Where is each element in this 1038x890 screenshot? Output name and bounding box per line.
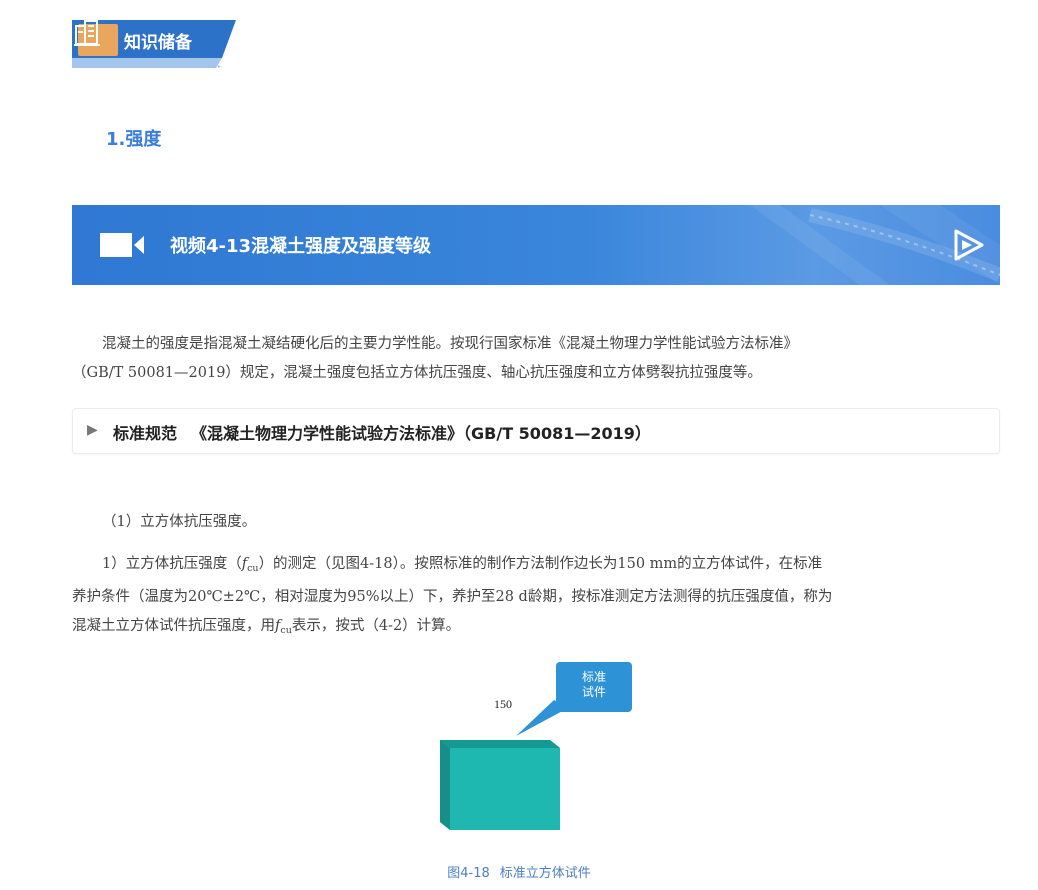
body-line-2: 养护条件（温度为20℃±2℃，相对湿度为95%以上）下，养护至28 d龄期，按标…	[72, 589, 833, 605]
video-camera-icon	[100, 233, 144, 257]
body-line-1b: ）的测定（见图4-18）。按照标准的制作方法制作边长为150 mm的立方体试件，…	[258, 556, 823, 572]
figure-caption: 图4-18 标准立方体试件	[0, 862, 1038, 881]
callout-line-1: 标准	[581, 670, 606, 684]
cube-front-face	[440, 740, 560, 830]
standard-label: 标准规范	[113, 424, 178, 443]
body-line-1a: 1）立方体抗压强度（	[102, 556, 242, 572]
intro-line-1: 混凝土的强度是指混凝土凝结硬化后的主要力学性能。按现行国家标准《混凝土物理力学性…	[102, 336, 798, 352]
body-line-3b: 表示，按式（4-2）计算。	[291, 618, 461, 634]
caption-number: 图4-18	[447, 866, 490, 881]
page-heading: 1.强度	[106, 129, 162, 150]
dimension-label: 150	[494, 697, 512, 711]
cube-top-face	[440, 740, 560, 748]
body-paragraph: 1）立方体抗压强度（fcu）的测定（见图4-18）。按照标准的制作方法制作边长为…	[72, 550, 1002, 645]
standard-title: 《混凝土物理力学性能试验方法标准》（GB/T 50081—2019）	[191, 424, 651, 443]
building-icon	[74, 20, 100, 46]
intro-line-2: （GB/T 50081—2019）规定，混凝土强度包括立方体抗压强度、轴心抗压强…	[72, 365, 762, 381]
intro-paragraph: 混凝土的强度是指混凝土凝结硬化后的主要力学性能。按现行国家标准《混凝土物理力学性…	[72, 330, 1002, 388]
section-title: 知识储备	[124, 33, 192, 53]
fcu-subscript: cu	[247, 563, 259, 574]
callout-text: 标准 试件	[556, 670, 632, 700]
section-banner: ▸ ▸ ▸ 知识储备	[72, 18, 242, 70]
caption-text: 标准立方体试件	[499, 866, 591, 881]
expand-triangle-icon: ▶	[87, 422, 98, 438]
standard-reference-text: 标准规范 《混凝土物理力学性能试验方法标准》（GB/T 50081—2019）	[113, 420, 651, 444]
standard-reference-toggle[interactable]: ▶ 标准规范 《混凝土物理力学性能试验方法标准》（GB/T 50081—2019）	[72, 408, 1000, 454]
play-icon[interactable]	[952, 227, 986, 263]
fcu-subscript-2: cu	[280, 625, 292, 636]
subsection-heading: （1）立方体抗压强度。	[72, 508, 1002, 537]
svg-text:▸ ▸ ▸: ▸ ▸ ▸	[208, 63, 221, 70]
video-title: 视频4-13混凝土强度及强度等级	[170, 236, 432, 257]
body-line-3a: 混凝土立方体试件抗压强度，用	[72, 618, 275, 634]
callout-line-2: 试件	[581, 685, 606, 699]
cube-left-edge	[440, 740, 450, 830]
video-link-bar[interactable]: 视频4-13混凝土强度及强度等级	[72, 205, 1000, 285]
subsection-title: （1）立方体抗压强度。	[102, 514, 257, 530]
